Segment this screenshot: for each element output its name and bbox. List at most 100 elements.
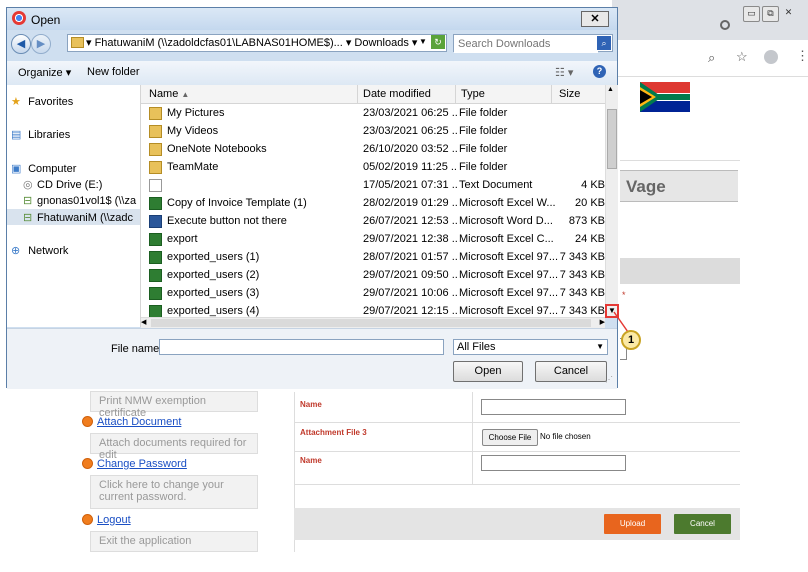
- forward-arrow-icon[interactable]: ▶: [31, 34, 51, 54]
- file-size: 7 343 KB: [559, 305, 605, 317]
- file-row[interactable]: exported_users (2) 29/07/2021 09:50 ... Mi…: [141, 266, 605, 284]
- file-row[interactable]: TeamMate 05/02/2019 11:25 ... File folder: [141, 158, 605, 176]
- path-text: ▾ FhatuwaniM (\\zadoldcfas01\LABNAS01HOM…: [86, 37, 418, 49]
- column-separator[interactable]: [551, 85, 552, 103]
- file-type: Text Document: [459, 179, 533, 191]
- file-name: export: [167, 233, 198, 245]
- search-icon[interactable]: ⌕: [597, 36, 611, 50]
- excel-file-icon: [149, 251, 162, 264]
- form-column-divider: [472, 392, 473, 484]
- file-row[interactable]: exported_users (3) 29/07/2021 10:06 ... Mi…: [141, 284, 605, 302]
- file-row[interactable]: My Pictures 23/03/2021 06:25 ... File fold…: [141, 104, 605, 122]
- word-file-icon: [149, 215, 162, 228]
- file-row[interactable]: export 29/07/2021 12:38 ... Microsoft Exce…: [141, 230, 605, 248]
- menu-icon[interactable]: ⋮: [796, 48, 808, 64]
- scroll-right-icon[interactable]: ▶: [600, 318, 605, 326]
- zoom-icon[interactable]: ⌕: [708, 50, 715, 66]
- new-folder-button[interactable]: New folder: [87, 66, 140, 78]
- organize-button[interactable]: Organize ▾: [18, 66, 71, 79]
- south-africa-flag-logo: [640, 82, 690, 112]
- profile-icon[interactable]: [764, 50, 778, 64]
- horizontal-scrollbar-thumb[interactable]: [151, 319, 591, 327]
- library-icon: ▤: [11, 129, 22, 141]
- scrollbar-thumb[interactable]: [607, 109, 617, 169]
- choose-file-button[interactable]: Choose File: [482, 429, 538, 446]
- column-header-size[interactable]: Size: [559, 88, 580, 100]
- path-history-dropdown-icon[interactable]: ▼: [419, 37, 427, 46]
- column-header-date[interactable]: Date modified: [363, 88, 431, 100]
- nav-item-network[interactable]: ⊕ Network: [11, 244, 68, 257]
- web-cancel-button[interactable]: Cancel: [674, 514, 731, 534]
- logout-link[interactable]: Logout: [97, 514, 131, 526]
- search-input[interactable]: [454, 35, 598, 53]
- help-icon[interactable]: ?: [593, 65, 606, 78]
- nav-item-computer[interactable]: ▣ Computer: [11, 162, 76, 175]
- file-date: 17/05/2021 07:31 ...: [363, 179, 458, 191]
- form-row-divider: [294, 422, 740, 423]
- vertical-scrollbar[interactable]: ▲: [605, 85, 618, 317]
- bullet-icon: [82, 458, 93, 469]
- star-icon[interactable]: ☆: [736, 49, 748, 65]
- file-type: Microsoft Word D...: [459, 215, 553, 227]
- close-window-button[interactable]: ✕: [781, 6, 796, 20]
- file-row[interactable]: Execute button not there 26/07/2021 12:53…: [141, 212, 605, 230]
- name-label: Name: [300, 400, 322, 409]
- file-size: 7 343 KB: [559, 287, 605, 299]
- nav-item-gnonas[interactable]: ⊟ gnonas01vol1$ (\\za: [23, 194, 136, 207]
- file-row[interactable]: exported_users (1) 28/07/2021 01:57 ... Mi…: [141, 248, 605, 266]
- change-password-link[interactable]: Change Password: [97, 458, 187, 470]
- column-separator[interactable]: [357, 85, 358, 103]
- nav-item-fhatuwanim[interactable]: ⊟ FhatuwaniM (\\zadc: [23, 211, 133, 224]
- bullet-icon: [82, 416, 93, 427]
- file-date: 05/02/2019 11:25 ...: [363, 161, 458, 173]
- chrome-extension-icon[interactable]: [720, 20, 730, 30]
- resize-grip-icon[interactable]: ⋰: [605, 375, 613, 384]
- file-row[interactable]: My Videos 23/03/2021 06:25 ... File folder: [141, 122, 605, 140]
- file-date: 23/03/2021 06:25 ...: [363, 125, 458, 137]
- network-drive-icon: ⊟: [23, 195, 33, 207]
- file-date: 26/10/2020 03:52 ...: [363, 143, 458, 155]
- column-separator[interactable]: [455, 85, 456, 103]
- nav-item-favorites[interactable]: ★ Favorites: [11, 95, 73, 108]
- nav-item-cd-drive[interactable]: ◎ CD Drive (E:): [23, 178, 102, 191]
- horizontal-scrollbar[interactable]: ◀ ▶: [141, 317, 605, 328]
- dialog-close-button[interactable]: ✕: [581, 11, 609, 27]
- page-heading: Vage: [620, 170, 738, 202]
- upload-button[interactable]: Upload: [604, 514, 661, 534]
- cd-drive-icon: ◎: [23, 179, 33, 191]
- file-name-input[interactable]: [159, 339, 444, 355]
- minimize-button[interactable]: ▭: [743, 6, 760, 22]
- sort-ascending-icon: ▲: [181, 90, 190, 99]
- address-path[interactable]: ▾ FhatuwaniM (\\zadoldcfas01\LABNAS01HOM…: [67, 34, 447, 52]
- file-type: File folder: [459, 161, 508, 173]
- attachment-label: Attachment File 3: [300, 428, 367, 437]
- dialog-title-bar[interactable]: [7, 8, 617, 30]
- scroll-left-icon[interactable]: ◀: [141, 318, 146, 326]
- view-options-icon[interactable]: ☷ ▾: [555, 66, 573, 79]
- file-type: Microsoft Excel W...: [459, 197, 556, 209]
- cancel-button[interactable]: Cancel: [535, 361, 607, 382]
- back-arrow-icon[interactable]: ◀: [11, 34, 31, 54]
- file-name: exported_users (2): [167, 269, 260, 281]
- maximize-button[interactable]: ⧉: [762, 6, 779, 22]
- file-row[interactable]: Copy of Invoice Template (1) 28/02/2019 0…: [141, 194, 605, 212]
- scroll-up-icon[interactable]: ▲: [607, 86, 614, 93]
- file-type: File folder: [459, 125, 508, 137]
- open-button[interactable]: Open: [453, 361, 523, 382]
- file-type: File folder: [459, 107, 508, 119]
- name-input[interactable]: [481, 399, 626, 415]
- column-header-type[interactable]: Type: [461, 88, 485, 100]
- file-type-select[interactable]: All Files ▼: [453, 339, 608, 355]
- excel-file-icon: [149, 197, 162, 210]
- navigation-pane: ★ Favorites ▤ Libraries ▣ Computer ◎ CD D…: [7, 85, 141, 327]
- column-header-name[interactable]: Name ▲: [149, 88, 189, 100]
- name-input-2[interactable]: [481, 455, 626, 471]
- file-row[interactable]: OneNote Notebooks 26/10/2020 03:52 ... Fil…: [141, 140, 605, 158]
- refresh-icon[interactable]: ↻: [431, 35, 445, 49]
- folder-icon: [149, 143, 162, 156]
- nav-item-libraries[interactable]: ▤ Libraries: [11, 128, 70, 141]
- excel-file-icon: [149, 233, 162, 246]
- attach-document-link[interactable]: Attach Document: [97, 416, 181, 428]
- file-row[interactable]: 17/05/2021 07:31 ... Text Document 4 KB: [141, 176, 605, 194]
- file-row[interactable]: exported_users (4) 29/07/2021 12:15 ... Mi…: [141, 302, 605, 317]
